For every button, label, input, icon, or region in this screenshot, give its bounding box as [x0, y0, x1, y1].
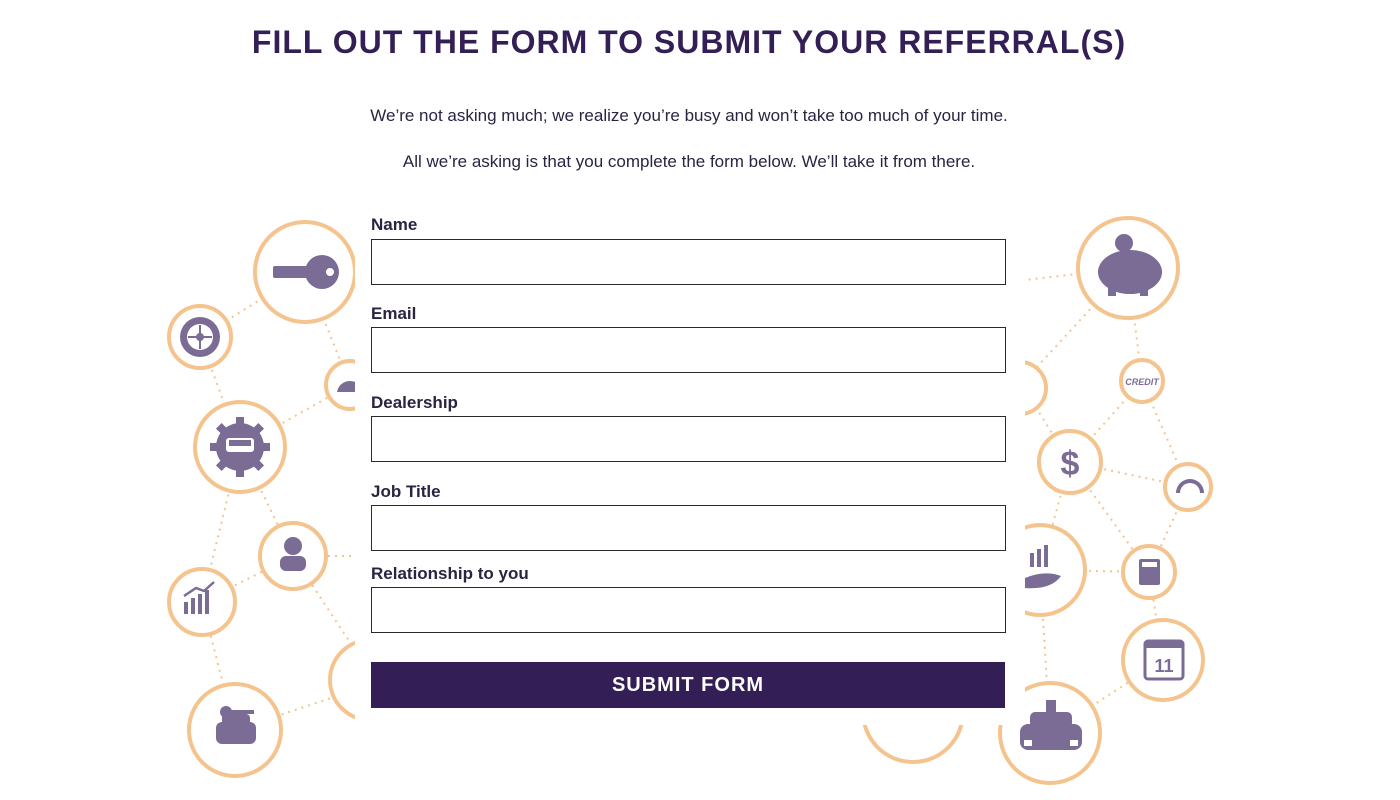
job-title-label: Job Title	[371, 482, 441, 501]
job-title-input[interactable]	[371, 505, 1006, 551]
referral-form: Name Email Dealership Job Title Relation…	[355, 205, 1025, 725]
intro-text-1: We’re not asking much; we realize you’re…	[370, 106, 1008, 125]
dealership-label: Dealership	[371, 393, 458, 412]
calculator-icon	[1139, 559, 1160, 585]
relationship-label: Relationship to you	[371, 564, 529, 583]
page-title: FILL OUT THE FORM TO SUBMIT YOUR REFERRA…	[251, 24, 1127, 60]
name-input[interactable]	[371, 239, 1006, 285]
wheel-icon	[180, 317, 220, 357]
email-input[interactable]	[371, 327, 1006, 373]
email-label: Email	[371, 304, 417, 323]
gear-car-icon	[210, 417, 270, 477]
credit-icon: CREDIT	[1125, 377, 1160, 387]
name-label: Name	[371, 215, 418, 234]
relationship-input[interactable]	[371, 587, 1006, 633]
dollar-icon: $	[1061, 445, 1080, 483]
submit-form-button[interactable]: SUBMIT FORM	[371, 662, 1005, 708]
car-key-icon	[216, 706, 256, 744]
dealership-input[interactable]	[371, 416, 1006, 462]
intro-text-2: All we’re asking is that you complete th…	[402, 152, 976, 171]
svg-text:11: 11	[1154, 656, 1173, 676]
